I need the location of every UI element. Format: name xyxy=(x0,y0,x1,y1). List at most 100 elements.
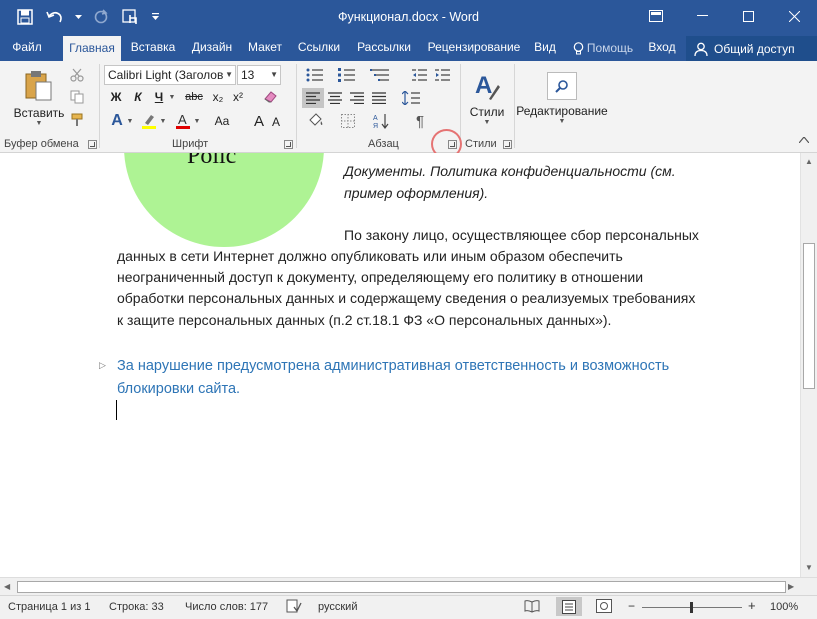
bold-button[interactable]: Ж xyxy=(108,88,124,106)
minimize-icon xyxy=(696,15,708,16)
lightbulb-icon xyxy=(573,41,584,54)
horizontal-scroll-thumb[interactable] xyxy=(17,581,786,593)
vertical-scrollbar[interactable]: ▲ ▼ xyxy=(800,153,817,577)
format-painter-button[interactable] xyxy=(68,111,86,129)
scroll-left-icon[interactable]: ◀ xyxy=(4,582,10,591)
align-left-button[interactable] xyxy=(302,88,324,108)
styles-dialog-launcher[interactable] xyxy=(503,140,512,149)
multilevel-list-button[interactable] xyxy=(366,65,394,85)
underline-dropdown[interactable]: ▼ xyxy=(167,88,177,106)
tab-review[interactable]: Рецензирование xyxy=(421,35,527,61)
font-color-button[interactable]: A xyxy=(173,111,193,131)
change-case-button[interactable]: Aa xyxy=(210,111,234,131)
font-dialog-launcher[interactable] xyxy=(284,140,293,149)
underline-button[interactable]: Ч xyxy=(151,88,167,106)
borders-button[interactable] xyxy=(334,111,362,131)
undo-dropdown[interactable] xyxy=(74,7,82,27)
save-button[interactable] xyxy=(14,7,36,27)
align-center-icon xyxy=(328,92,342,104)
language-status[interactable]: русский xyxy=(318,601,357,613)
text-cursor xyxy=(116,400,117,420)
superscript-button[interactable]: x² xyxy=(230,88,246,106)
editing-button[interactable]: Редактирование ▼ xyxy=(516,65,608,131)
horizontal-scrollbar[interactable]: ◀ ▶ xyxy=(0,577,817,595)
font-name-combo[interactable]: Calibri Light (Заголов ▼ xyxy=(104,65,236,85)
font-color-dropdown[interactable]: ▼ xyxy=(193,111,201,131)
group-separator xyxy=(514,64,515,148)
scroll-down-icon[interactable]: ▼ xyxy=(805,563,813,572)
undo-button[interactable] xyxy=(44,7,66,27)
decrease-indent-button[interactable] xyxy=(410,65,430,85)
read-mode-button[interactable] xyxy=(524,599,540,616)
strikethrough-button[interactable]: abc xyxy=(183,88,205,106)
italic-paragraph-line-1: Документы. Политика конфиденциальности (… xyxy=(344,163,676,179)
paste-label: Вставить xyxy=(13,105,65,120)
tab-mailings[interactable]: Рассылки xyxy=(352,35,416,61)
show-formatting-marks-button[interactable]: ¶ xyxy=(410,111,430,131)
paintbrush-icon xyxy=(71,113,83,126)
share-label: Общий доступ xyxy=(714,41,795,56)
proofing-status-icon[interactable] xyxy=(286,599,302,616)
text-effects-dropdown[interactable]: ▼ xyxy=(126,111,134,131)
tab-insert[interactable]: Вставка xyxy=(126,35,180,61)
tab-file[interactable]: Файл xyxy=(8,35,46,61)
font-name-value: Calibri Light (Заголов xyxy=(108,68,224,82)
zoom-in-button[interactable]: + xyxy=(748,598,756,613)
tab-home[interactable]: Главная xyxy=(63,36,121,61)
close-button[interactable] xyxy=(771,0,817,32)
text-effects-button[interactable]: A xyxy=(108,111,126,131)
scroll-right-icon[interactable]: ▶ xyxy=(788,582,794,591)
scroll-up-icon[interactable]: ▲ xyxy=(805,157,813,166)
line-spacing-button[interactable] xyxy=(398,88,428,108)
document-canvas[interactable]: Polic Документы. Политика конфиденциальн… xyxy=(0,153,800,577)
chevron-down-icon: ▼ xyxy=(558,117,566,125)
justify-button[interactable] xyxy=(368,88,390,108)
grow-font-button[interactable]: A xyxy=(252,111,266,131)
zoom-level[interactable]: 100% xyxy=(770,601,798,613)
clipboard-dialog-launcher[interactable] xyxy=(88,140,97,149)
highlight-dropdown[interactable]: ▼ xyxy=(159,111,167,131)
collapse-ribbon-button[interactable] xyxy=(797,133,811,147)
redo-button[interactable] xyxy=(90,7,112,27)
increase-indent-button[interactable] xyxy=(433,65,453,85)
vertical-scroll-thumb[interactable] xyxy=(803,243,815,389)
sort-button[interactable]: AЯ xyxy=(370,111,392,131)
copy-button[interactable] xyxy=(68,88,86,106)
sign-in-link[interactable]: Вход xyxy=(644,35,680,61)
maximize-button[interactable] xyxy=(725,0,771,32)
paste-button[interactable]: Вставить ▼ xyxy=(10,65,68,131)
touch-mode-button[interactable] xyxy=(120,7,142,27)
share-button[interactable]: Общий доступ xyxy=(686,36,817,61)
word-count-status[interactable]: Число слов: 177 xyxy=(185,601,268,613)
styles-button[interactable]: A Стили ▼ xyxy=(464,65,510,131)
tab-design[interactable]: Дизайн xyxy=(186,35,238,61)
tab-view[interactable]: Вид xyxy=(530,35,560,61)
tab-layout[interactable]: Макет xyxy=(243,35,287,61)
numbering-button[interactable] xyxy=(334,65,360,85)
bullets-button[interactable] xyxy=(302,65,328,85)
subscript-button[interactable]: x₂ xyxy=(210,88,226,106)
shrink-font-button[interactable]: A xyxy=(270,113,282,131)
align-center-button[interactable] xyxy=(324,88,346,108)
clear-formatting-button[interactable] xyxy=(261,88,281,106)
customize-qat-button[interactable] xyxy=(150,7,160,27)
align-right-button[interactable] xyxy=(346,88,368,108)
highlight-button[interactable] xyxy=(139,111,159,131)
tab-references[interactable]: Ссылки xyxy=(292,35,346,61)
zoom-slider-thumb[interactable] xyxy=(690,602,693,613)
zoom-out-button[interactable]: − xyxy=(628,599,635,613)
shading-button[interactable] xyxy=(302,111,330,131)
tab-help[interactable]: Помощь xyxy=(566,35,640,61)
ribbon-display-options-button[interactable] xyxy=(633,0,679,32)
collapse-heading-icon[interactable]: ▷ xyxy=(99,360,106,371)
italic-button[interactable]: К xyxy=(130,88,146,106)
cut-button[interactable] xyxy=(68,66,86,84)
minimize-button[interactable] xyxy=(679,0,725,32)
font-size-combo[interactable]: 13 ▼ xyxy=(237,65,281,85)
increase-indent-icon xyxy=(435,69,450,81)
page-count-status[interactable]: Страница 1 из 1 xyxy=(8,601,90,613)
web-layout-button[interactable] xyxy=(596,599,612,616)
line-number-status[interactable]: Строка: 33 xyxy=(109,601,164,613)
print-layout-button[interactable] xyxy=(556,597,582,616)
scissors-icon xyxy=(70,68,84,82)
